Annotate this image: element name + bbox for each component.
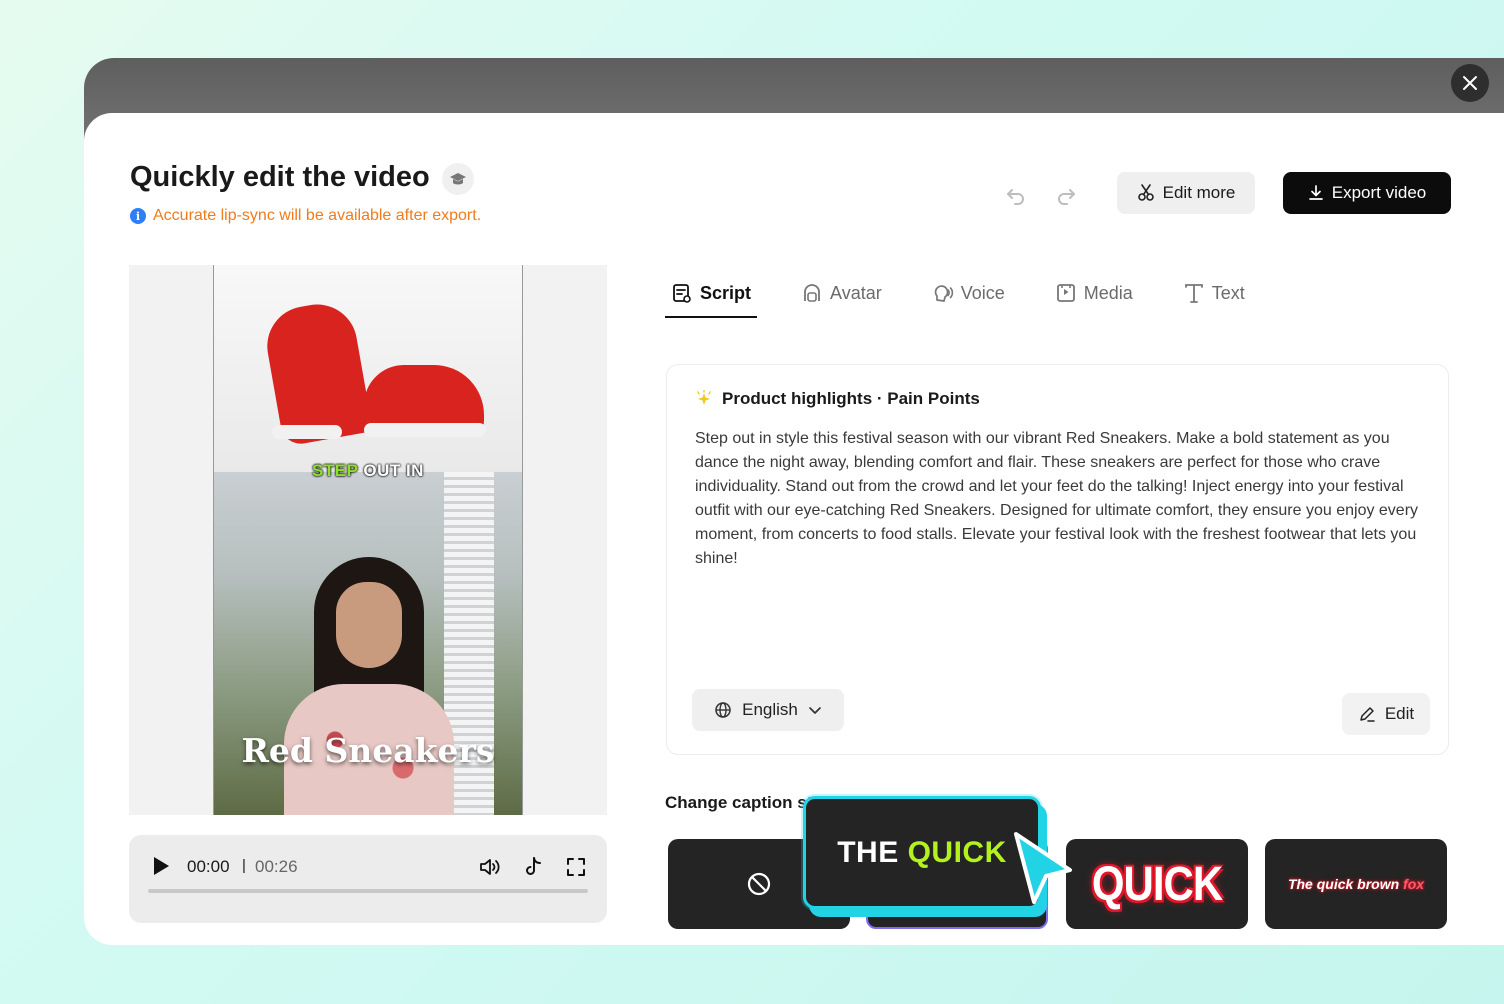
no-caption-icon — [747, 872, 771, 896]
video-caption-top: STEP OUT IN — [214, 461, 522, 481]
tab-media-label: Media — [1083, 282, 1133, 303]
caption-highlight-word: STEP — [312, 461, 359, 480]
edit-more-button[interactable]: Edit more — [1117, 172, 1255, 214]
caption-rest-words: OUT IN — [358, 461, 424, 480]
script-heading: Product highlights · Pain Points — [695, 389, 980, 409]
edit-label: Edit — [1384, 704, 1415, 723]
product-image — [214, 265, 522, 472]
fox-style-text: The quick brown fox — [1288, 876, 1424, 892]
play-icon — [154, 857, 169, 875]
graduation-cap-icon — [450, 173, 466, 185]
video-caption-bottom: Red Sneakers — [241, 731, 495, 770]
popup-white-word: THE — [837, 835, 908, 869]
media-icon — [1056, 284, 1075, 302]
sneaker-right-sole — [364, 423, 486, 437]
redo-button[interactable] — [1054, 183, 1078, 207]
export-video-label: Export video — [1331, 183, 1427, 202]
video-player-controls: 00:00 | 00:26 — [129, 835, 607, 923]
globe-icon — [715, 702, 731, 718]
voice-icon — [934, 285, 953, 302]
current-time: 00:00 — [187, 857, 230, 876]
popup-style-text: THE QUICK — [837, 836, 1007, 870]
caption-style-popup[interactable]: THE QUICK — [803, 796, 1041, 909]
text-icon — [1184, 284, 1203, 303]
sparkle-icon — [697, 390, 711, 405]
avatar-icon — [804, 284, 820, 302]
notice-text: Accurate lip-sync will be available afte… — [153, 207, 482, 224]
video-preview[interactable]: STEP OUT IN Red Sneakers — [129, 265, 607, 815]
sneaker-left-sole — [272, 425, 342, 439]
pointer-cursor-icon — [1014, 832, 1072, 904]
tab-voice[interactable]: Voice — [926, 269, 1011, 317]
popup-highlight-word: QUICK — [907, 835, 1007, 869]
page-title: Quickly edit the video — [130, 161, 430, 193]
redo-icon — [1058, 189, 1075, 205]
close-icon — [1463, 76, 1477, 90]
edit-script-button[interactable]: Edit — [1342, 693, 1430, 735]
video-frame: STEP OUT IN Red Sneakers — [213, 265, 523, 815]
avatar-face — [336, 582, 402, 668]
pencil-icon — [1360, 707, 1375, 722]
close-button[interactable] — [1451, 64, 1489, 102]
chevron-down-icon — [809, 707, 821, 714]
script-icon — [673, 284, 691, 303]
fullscreen-icon — [567, 858, 585, 876]
tab-avatar-label: Avatar — [830, 282, 882, 303]
scissors-icon — [1137, 184, 1154, 201]
tiktok-icon — [526, 857, 541, 875]
tab-text[interactable]: Text — [1177, 269, 1251, 317]
edit-video-modal: Quickly edit the video i Accurate lip-sy… — [84, 113, 1504, 945]
volume-button[interactable] — [478, 855, 502, 879]
undo-icon — [1007, 189, 1024, 205]
tab-script-label: Script — [700, 282, 752, 303]
download-icon — [1308, 185, 1323, 200]
language-label: English — [742, 700, 798, 719]
export-video-button[interactable]: Export video — [1283, 172, 1451, 214]
fox-style-main: The quick brown — [1287, 876, 1404, 892]
playback-progress-bar[interactable] — [148, 889, 588, 893]
total-time: 00:26 — [255, 857, 298, 876]
caption-style-label: Change caption st — [665, 793, 813, 812]
lip-sync-notice: i Accurate lip-sync will be available af… — [130, 207, 481, 225]
fullscreen-button[interactable] — [564, 855, 588, 879]
tab-text-label: Text — [1211, 282, 1245, 303]
caption-style-quick[interactable]: QUICK — [1066, 839, 1248, 929]
edit-more-label: Edit more — [1162, 183, 1236, 202]
script-heading-text: Product highlights · Pain Points — [722, 389, 980, 408]
tab-script[interactable]: Script — [665, 269, 758, 318]
undo-button[interactable] — [1004, 183, 1028, 207]
tutorial-badge[interactable] — [442, 163, 474, 195]
time-separator: | — [242, 857, 246, 874]
tab-avatar[interactable]: Avatar — [795, 269, 888, 317]
play-button[interactable] — [151, 855, 171, 877]
fox-style-accent: fox — [1403, 876, 1425, 892]
language-dropdown[interactable]: English — [692, 689, 844, 731]
tab-voice-label: Voice — [960, 282, 1005, 303]
caption-style-fox[interactable]: The quick brown fox — [1265, 839, 1447, 929]
info-icon: i — [130, 208, 146, 224]
script-card: Product highlights · Pain Points Step ou… — [666, 364, 1449, 755]
quick-style-text: QUICK — [1091, 856, 1223, 911]
tiktok-preview-button[interactable] — [521, 855, 545, 879]
editor-tabs: Script Avatar Voice Media Text — [665, 269, 1289, 319]
tab-media[interactable]: Media — [1049, 269, 1139, 317]
script-text[interactable]: Step out in style this festival season w… — [695, 427, 1430, 571]
volume-icon — [480, 859, 500, 875]
